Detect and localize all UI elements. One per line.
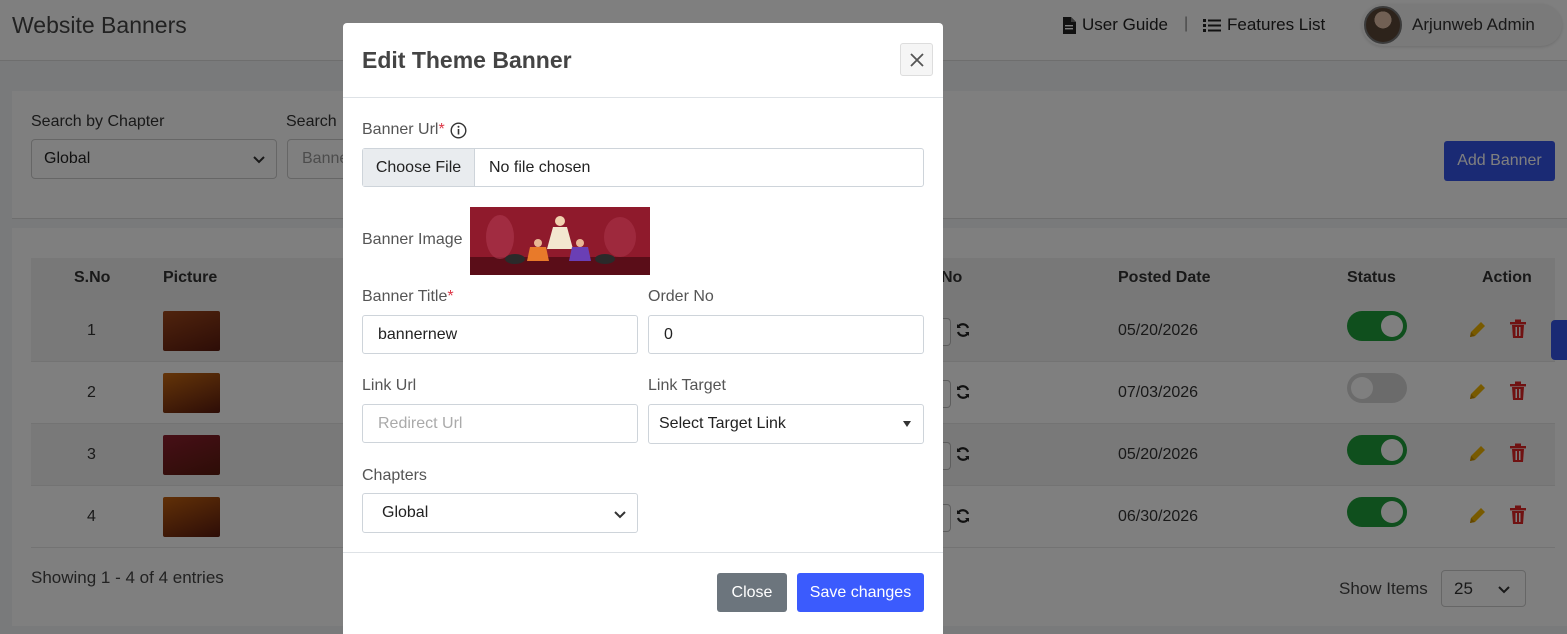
banner-image-label: Banner Image (362, 231, 463, 248)
close-button[interactable]: Close (717, 573, 787, 612)
file-status: No file chosen (489, 158, 591, 176)
modal-header: Edit Theme Banner (343, 23, 943, 98)
required-mark: * (447, 288, 454, 305)
modal-footer: Close Save changes (343, 552, 943, 634)
banner-image-preview (470, 207, 650, 275)
banner-title-input[interactable]: bannernew (362, 315, 638, 354)
choose-file-button[interactable]: Choose File (363, 149, 475, 186)
chapters-value: Global (382, 504, 429, 521)
info-icon[interactable] (450, 121, 467, 139)
chapters-label: Chapters (362, 467, 427, 484)
close-icon (909, 52, 924, 67)
caret-down-icon (903, 421, 911, 427)
chapters-select[interactable]: Global (362, 493, 638, 533)
save-changes-button[interactable]: Save changes (797, 573, 924, 612)
edit-banner-modal: Edit Theme Banner Banner Url * Choose Fil… (343, 23, 943, 634)
order-no-label: Order No (648, 288, 714, 305)
link-target-label: Link Target (648, 377, 726, 394)
required-mark: * (438, 121, 445, 138)
banner-file-input[interactable]: Choose File No file chosen (362, 148, 924, 187)
banner-title-label-row: Banner Title* (362, 288, 454, 306)
order-no-input[interactable]: 0 (648, 315, 924, 354)
link-target-select[interactable]: Select Target Link (648, 404, 924, 444)
banner-url-label-row: Banner Url * (362, 121, 467, 139)
link-url-input[interactable]: Redirect Url (362, 404, 638, 443)
link-target-value: Select Target Link (659, 415, 786, 432)
banner-title-label: Banner Title (362, 288, 448, 305)
modal-title: Edit Theme Banner (362, 47, 572, 73)
modal-close-button[interactable] (900, 43, 933, 76)
chevron-down-icon (614, 511, 626, 519)
link-url-label: Link Url (362, 377, 417, 394)
banner-url-label: Banner Url (362, 121, 439, 138)
